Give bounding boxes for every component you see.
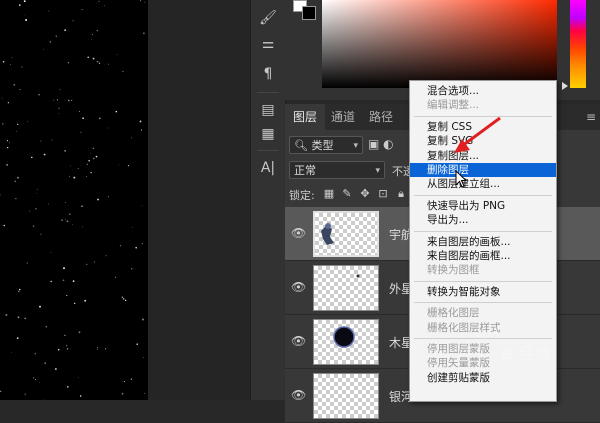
annotation-arrow [454, 116, 501, 153]
menu-item: 栅格化图层 [427, 307, 480, 320]
layer-thumbnail[interactable] [313, 319, 379, 365]
menu-item[interactable]: 转换为智能对象 [410, 285, 556, 299]
panel-menu-icon[interactable]: ≡ [586, 110, 596, 124]
tab-channels[interactable]: 通道 [323, 104, 363, 130]
tab-layers[interactable]: 图层 [285, 104, 326, 130]
watermark-icon: ⊕ [500, 344, 514, 363]
blend-mode-select[interactable]: 正常 ▾ [289, 161, 385, 179]
menu-separator [414, 338, 552, 339]
adjustment-sliders-icon[interactable]: ⚌ [257, 34, 279, 54]
menu-item: 转换为图框 [427, 264, 480, 277]
tool-divider [257, 150, 279, 151]
filter-icons[interactable]: ▣ ◐ [368, 137, 408, 155]
visibility-eye-icon[interactable]: 👁︎ [291, 280, 306, 294]
starfield-image [0, 0, 146, 400]
menu-item[interactable]: 导出为... [410, 213, 556, 227]
menu-item[interactable]: 来自图层的画板... [410, 235, 556, 249]
layer-thumbnail[interactable] [313, 211, 379, 257]
lock-all-icon[interactable]: 🔒︎ [394, 187, 408, 201]
visibility-eye-icon[interactable]: 👁︎ [291, 334, 306, 348]
paragraph-icon[interactable]: ¶ [257, 64, 279, 84]
lock-image-pixels-icon[interactable]: ✎ [340, 187, 354, 201]
properties-panel-icon[interactable]: ▤ [257, 100, 279, 120]
character-panel-icon[interactable]: A| [257, 158, 279, 178]
lock-position-icon[interactable]: ✥ [358, 187, 372, 201]
panel-icon-strip: 🖌 ⚌ ¶ ▤ ▦ A| [250, 0, 286, 400]
layer-filter-select[interactable]: 🔍︎ 类型 ▾ [289, 136, 363, 154]
lock-artboard-icon[interactable]: ⊡ [376, 187, 390, 201]
menu-item[interactable]: 快速导出为 PNG [410, 199, 556, 213]
visibility-eye-icon[interactable]: 👁︎ [291, 226, 306, 240]
menu-item[interactable]: 混合选项... [410, 84, 556, 98]
menu-separator [414, 280, 552, 282]
menu-item[interactable]: 从图层建立组... [410, 177, 556, 191]
menu-item-delete-layer[interactable]: 删除图层 [410, 163, 556, 177]
document-canvas[interactable] [0, 0, 148, 400]
brush-settings-icon[interactable]: 🖌 [257, 8, 279, 28]
workspace-background [148, 0, 250, 400]
blend-mode-value: 正常 [294, 164, 316, 177]
chevron-down-icon: ▾ [375, 166, 380, 176]
color-picker-field[interactable] [322, 0, 557, 88]
menu-item: 栅格化图层样式 [427, 321, 501, 334]
watermark: ⊕ 经验 [500, 340, 600, 380]
lock-transparent-pixels-icon[interactable]: ▦ [322, 187, 336, 201]
background-color-swatch[interactable] [302, 6, 316, 20]
tab-paths[interactable]: 路径 [361, 104, 401, 130]
hue-slider[interactable] [570, 0, 586, 88]
hue-slider-handle[interactable] [562, 82, 568, 90]
tool-divider [257, 92, 279, 93]
menu-separator [414, 302, 552, 304]
lock-label: 锁定: [289, 189, 315, 202]
menu-item: 编辑调整... [427, 99, 480, 112]
mouse-cursor-icon [455, 170, 467, 188]
watermark-text: 经验 [518, 344, 551, 363]
chevron-down-icon: ▾ [353, 141, 358, 151]
search-icon: 🔍︎ [294, 139, 308, 152]
document-info-icon[interactable]: ▦ [257, 124, 279, 144]
filter-select-value: 类型 [311, 139, 334, 152]
menu-separator [414, 230, 552, 232]
menu-separator [414, 194, 552, 196]
menu-item[interactable]: 来自图层的画框... [410, 249, 556, 263]
layer-thumbnail[interactable] [313, 373, 379, 419]
layer-thumbnail[interactable] [313, 265, 379, 311]
